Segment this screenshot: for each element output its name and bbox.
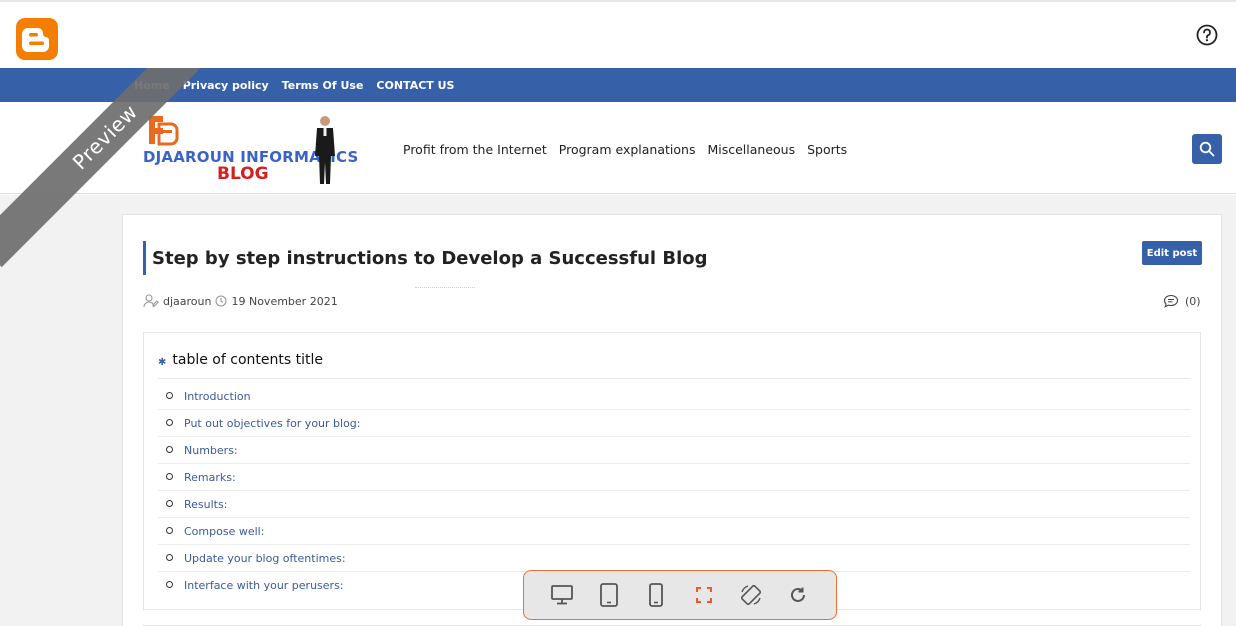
site-navbar: Home Privacy policy Terms Of Use CONTACT… bbox=[0, 68, 1236, 102]
fullscreen-icon bbox=[695, 587, 712, 603]
comment-count: (0) bbox=[1185, 294, 1201, 308]
toc-circle-bullet-icon bbox=[166, 500, 173, 507]
help-icon[interactable] bbox=[1196, 24, 1218, 46]
header-menu: Profit from the Internet Program explana… bbox=[403, 142, 847, 157]
nav-link-contact-us[interactable]: CONTACT US bbox=[376, 79, 454, 92]
person-figure-icon bbox=[315, 116, 335, 184]
menu-item-miscellaneous[interactable]: Miscellaneous bbox=[707, 142, 795, 157]
toc-circle-bullet-icon bbox=[166, 419, 173, 426]
menu-item-program-explanations[interactable]: Program explanations bbox=[559, 142, 696, 157]
menu-item-profit[interactable]: Profit from the Internet bbox=[403, 142, 547, 157]
site-logo[interactable]: DJAAROUN INFORMATICS BLOG bbox=[143, 110, 358, 188]
post-title: Step by step instructions to Develop a S… bbox=[143, 241, 708, 275]
toc-circle-bullet-icon bbox=[166, 554, 173, 561]
toc-item: Update your blog oftentimes: bbox=[158, 545, 1190, 572]
refresh-button[interactable] bbox=[785, 582, 811, 608]
toc-divider bbox=[158, 378, 1190, 379]
clock-icon bbox=[215, 295, 228, 307]
site-logo-line2: BLOG bbox=[217, 164, 269, 184]
toc-item: Results: bbox=[158, 491, 1190, 518]
nav-link-privacy-policy[interactable]: Privacy policy bbox=[183, 79, 269, 92]
post-card: Step by step instructions to Develop a S… bbox=[122, 214, 1222, 626]
menu-item-sports[interactable]: Sports bbox=[807, 142, 847, 157]
toc-item: Compose well: bbox=[158, 518, 1190, 545]
device-preview-toolbar bbox=[523, 570, 837, 620]
toc-circle-bullet-icon bbox=[166, 392, 173, 399]
toc-link-results[interactable]: Results: bbox=[184, 498, 227, 511]
toc-link-compose-well[interactable]: Compose well: bbox=[184, 525, 264, 538]
toc-circle-bullet-icon bbox=[166, 581, 173, 588]
rotate-button[interactable] bbox=[738, 582, 764, 608]
post-author[interactable]: djaaroun bbox=[163, 295, 211, 308]
mobile-view-button[interactable] bbox=[643, 582, 669, 608]
toc-bullet-icon: ✱ bbox=[158, 356, 167, 368]
post-comments[interactable]: (0) bbox=[1163, 294, 1201, 308]
tablet-view-button[interactable] bbox=[596, 582, 622, 608]
desktop-view-button[interactable] bbox=[549, 582, 575, 608]
title-divider bbox=[415, 287, 475, 288]
toc-title: table of contents title bbox=[172, 352, 323, 368]
toc-link-update-blog[interactable]: Update your blog oftentimes: bbox=[184, 552, 346, 565]
table-of-contents: ✱ table of contents title Introduction P… bbox=[143, 332, 1201, 610]
fullscreen-button[interactable] bbox=[691, 582, 717, 608]
toc-list: Introduction Put out objectives for your… bbox=[158, 383, 1190, 599]
site-logo-mark-icon bbox=[149, 116, 179, 146]
site-header: DJAAROUN INFORMATICS BLOG Profit from th… bbox=[0, 102, 1236, 194]
edit-post-button[interactable]: Edit post bbox=[1142, 241, 1202, 265]
toc-link-introduction[interactable]: Introduction bbox=[184, 390, 251, 403]
rotate-icon bbox=[740, 584, 762, 606]
toc-item: Put out objectives for your blog: bbox=[158, 410, 1190, 437]
desktop-icon bbox=[550, 585, 573, 605]
comment-icon bbox=[1163, 294, 1179, 308]
toc-circle-bullet-icon bbox=[166, 473, 173, 480]
tablet-icon bbox=[600, 583, 618, 607]
post-date: 19 November 2021 bbox=[231, 294, 338, 308]
blogger-top-bar bbox=[0, 0, 1236, 68]
nav-link-terms-of-use[interactable]: Terms Of Use bbox=[282, 79, 364, 92]
mobile-icon bbox=[649, 583, 664, 607]
refresh-icon bbox=[791, 587, 806, 602]
search-icon bbox=[1199, 141, 1215, 157]
toc-item: Numbers: bbox=[158, 437, 1190, 464]
toc-link-interface-perusers[interactable]: Interface with your perusers: bbox=[184, 579, 344, 592]
author-icon bbox=[143, 294, 159, 308]
post-meta: djaaroun 19 November 2021 bbox=[143, 294, 338, 308]
toc-circle-bullet-icon bbox=[166, 527, 173, 534]
toc-header[interactable]: ✱ table of contents title bbox=[158, 352, 323, 368]
nav-link-home[interactable]: Home bbox=[134, 79, 170, 92]
toc-circle-bullet-icon bbox=[166, 446, 173, 453]
toc-item: Introduction bbox=[158, 383, 1190, 410]
blogger-logo-icon[interactable] bbox=[16, 18, 58, 60]
search-button[interactable] bbox=[1192, 134, 1222, 164]
toc-link-remarks[interactable]: Remarks: bbox=[184, 471, 236, 484]
toc-item: Remarks: bbox=[158, 464, 1190, 491]
toc-link-numbers[interactable]: Numbers: bbox=[184, 444, 238, 457]
toc-link-objectives[interactable]: Put out objectives for your blog: bbox=[184, 417, 361, 430]
